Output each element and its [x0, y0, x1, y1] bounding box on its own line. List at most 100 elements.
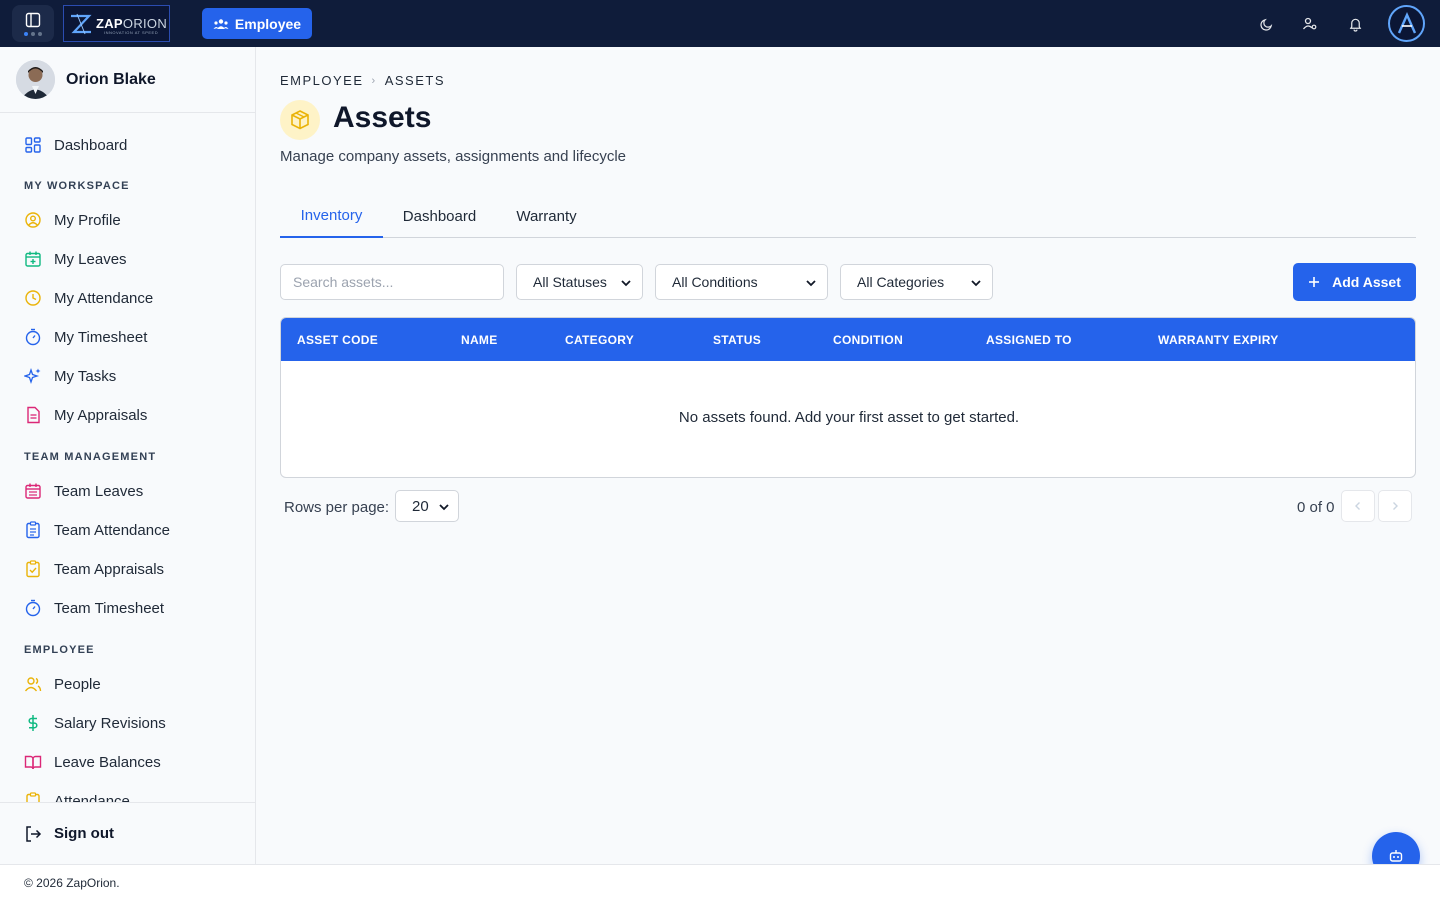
clipboard-check-icon: [26, 560, 40, 578]
zaporion-logo-mark: [71, 13, 92, 34]
breadcrumb: EMPLOYEE › ASSETS: [280, 73, 445, 88]
module-chip-employee[interactable]: Employee: [202, 8, 312, 39]
document-icon: [27, 406, 40, 424]
tab-dashboard[interactable]: Dashboard: [383, 195, 496, 238]
footer: © 2026 ZapOrion.: [0, 864, 1440, 900]
clock-icon: [25, 290, 41, 306]
previous-page-button[interactable]: [1341, 490, 1375, 522]
sidebar-item-label: My Leaves: [54, 250, 127, 268]
sparkles-icon: [24, 367, 41, 385]
add-asset-label: Add Asset: [1332, 274, 1401, 290]
zaporion-logo[interactable]: ZAPORION INNOVATION AT SPEED: [63, 5, 170, 42]
sidebar-item-salary-revisions[interactable]: Salary Revisions: [24, 712, 166, 734]
tab-warranty[interactable]: Warranty: [496, 195, 597, 238]
breadcrumb-employee[interactable]: EMPLOYEE: [280, 73, 364, 88]
column-status[interactable]: STATUS: [713, 318, 761, 361]
category-filter-value: All Categories: [857, 274, 945, 290]
box-icon: [291, 110, 309, 130]
bot-icon: [1389, 850, 1403, 862]
user-settings-button[interactable]: [1300, 14, 1320, 34]
sidebar-item-team-attendance[interactable]: Team Attendance: [24, 519, 170, 541]
sidebar-item-team-timesheet[interactable]: Team Timesheet: [24, 597, 164, 619]
dashboard-grid-icon: [25, 137, 41, 153]
log-out-icon: [26, 825, 42, 842]
notifications-button[interactable]: [1345, 14, 1365, 34]
sidebar-item-label: My Appraisals: [54, 406, 148, 424]
clipboard-list-icon: [26, 521, 40, 539]
column-condition[interactable]: CONDITION: [833, 318, 903, 361]
stopwatch-icon: [25, 599, 41, 617]
module-chip-label: Employee: [234, 15, 302, 32]
add-asset-button[interactable]: Add Asset: [1293, 263, 1416, 301]
workspace-dots: [24, 31, 42, 36]
sidebar-toggle-button[interactable]: [12, 5, 54, 42]
sidebar: Orion Blake Dashboard MY WORKSPACE My Pr…: [0, 47, 256, 864]
letter-a-logo-icon: [1397, 11, 1416, 33]
sidebar-nav: Dashboard MY WORKSPACE My Profile My Lea…: [0, 113, 255, 803]
sidebar-item-label: Team Timesheet: [54, 599, 165, 617]
empty-state-message: No assets found. Add your first asset to…: [678, 409, 1020, 426]
column-name[interactable]: NAME: [461, 318, 498, 361]
sidebar-item-my-profile[interactable]: My Profile: [24, 209, 121, 231]
sidebar-item-label: Team Appraisals: [54, 560, 165, 578]
sidebar-item-label: My Profile: [54, 211, 121, 229]
tab-bar: Inventory Dashboard Warranty: [280, 195, 1416, 238]
moon-icon: [1259, 18, 1272, 31]
pagination-range: 0 of 0: [1297, 499, 1335, 516]
search-input[interactable]: [280, 264, 504, 300]
chevron-down-icon: [806, 280, 816, 287]
plus-icon: [1309, 277, 1320, 287]
section-my-workspace: MY WORKSPACE: [24, 180, 130, 192]
sign-out-button[interactable]: Sign out: [0, 802, 255, 864]
status-filter-value: All Statuses: [533, 274, 607, 290]
sidebar-item-my-appraisals[interactable]: My Appraisals: [24, 404, 147, 426]
main-content: EMPLOYEE › ASSETS Assets Manage company …: [256, 47, 1440, 864]
users-icon: [24, 677, 42, 692]
sidebar-item-label: My Timesheet: [54, 328, 148, 346]
panel-left-icon: [25, 12, 41, 27]
chevron-down-icon: [621, 280, 631, 287]
page-subtitle: Manage company assets, assignments and l…: [280, 148, 627, 165]
profile-name: Orion Blake: [66, 70, 156, 88]
column-assigned-to[interactable]: ASSIGNED TO: [986, 318, 1072, 361]
next-page-button[interactable]: [1378, 490, 1412, 522]
assets-table: ASSET CODE NAME CATEGORY STATUS CONDITIO…: [280, 317, 1416, 478]
column-warranty-expiry[interactable]: WARRANTY EXPIRY: [1158, 318, 1279, 361]
calendar-plus-icon: [25, 251, 41, 267]
sidebar-item-label: Team Leaves: [54, 482, 144, 500]
theme-toggle-button[interactable]: [1256, 14, 1276, 34]
sidebar-item-leave-balances[interactable]: Leave Balances: [24, 751, 161, 773]
condition-filter-select[interactable]: All Conditions: [655, 264, 828, 300]
logo-brand-orion: ORION: [122, 16, 168, 31]
logo-tagline: INNOVATION AT SPEED: [104, 30, 159, 35]
users-settings-icon: [1302, 17, 1317, 30]
top-bar: ZAPORION INNOVATION AT SPEED Employee: [0, 0, 1440, 47]
column-asset-code[interactable]: ASSET CODE: [297, 318, 378, 361]
sidebar-item-my-attendance[interactable]: My Attendance: [24, 287, 153, 309]
sidebar-item-my-leaves[interactable]: My Leaves: [24, 248, 127, 270]
sidebar-profile[interactable]: Orion Blake: [0, 47, 255, 113]
sign-out-label: Sign out: [54, 825, 114, 842]
sidebar-item-my-timesheet[interactable]: My Timesheet: [24, 326, 147, 348]
stopwatch-icon: [25, 328, 41, 346]
sidebar-item-my-tasks[interactable]: My Tasks: [24, 365, 116, 387]
condition-filter-value: All Conditions: [672, 274, 758, 290]
account-avatar[interactable]: [1388, 5, 1425, 42]
status-filter-select[interactable]: All Statuses: [516, 264, 643, 300]
section-employee: EMPLOYEE: [24, 644, 95, 656]
sidebar-item-team-leaves[interactable]: Team Leaves: [24, 480, 143, 502]
logo-text: ZAPORION: [96, 17, 167, 30]
chevron-down-icon: [971, 280, 981, 287]
tab-inventory[interactable]: Inventory: [280, 195, 383, 238]
sidebar-item-people[interactable]: People: [24, 673, 101, 695]
category-filter-select[interactable]: All Categories: [840, 264, 993, 300]
chevron-right-icon: [1393, 502, 1398, 510]
sidebar-item-dashboard[interactable]: Dashboard: [24, 134, 127, 156]
sidebar-item-team-appraisals[interactable]: Team Appraisals: [24, 558, 164, 580]
sidebar-item-label: People: [54, 675, 101, 693]
rows-per-page-label: Rows per page:: [284, 499, 390, 516]
column-category[interactable]: CATEGORY: [565, 318, 634, 361]
chevron-down-icon: [439, 504, 449, 511]
rows-per-page-select[interactable]: 20: [395, 490, 459, 522]
breadcrumb-assets: ASSETS: [384, 73, 445, 88]
